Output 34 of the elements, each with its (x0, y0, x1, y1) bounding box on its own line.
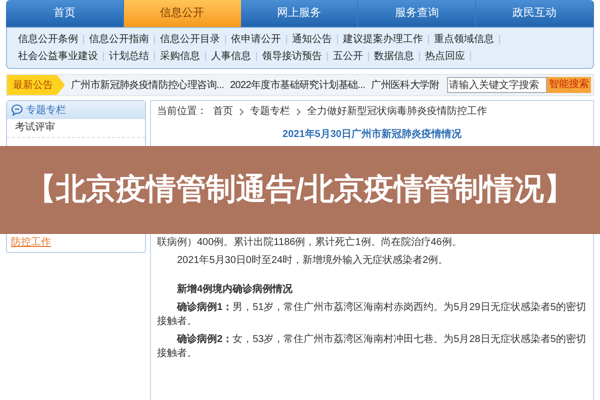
notice-link[interactable]: 广州医科大学附 (371, 78, 440, 92)
breadcrumb-link[interactable]: 全力做好新型冠状病毒肺炎疫情防控工作 (307, 104, 487, 119)
article-paragraph: 确诊病例1：男，51岁，常住广州市荔湾区海南村赤岗西约。为5月29日无症状感染者5的密切接触者。 (157, 301, 587, 329)
sub-menu-link[interactable]: 通知公告 (287, 32, 337, 47)
sub-menu-link[interactable]: 领导接访预告 (257, 49, 327, 64)
nav-tab[interactable]: 信息公开 (124, 0, 241, 27)
sub-menu-link[interactable]: 数据信息 (369, 49, 419, 64)
sidebar-item[interactable]: 考试评审 (7, 119, 145, 138)
breadcrumb-label: 当前位置： (157, 104, 207, 119)
notice-link[interactable]: 广州市新冠肺炎疫情防控心理咨询... (71, 78, 224, 92)
sidebar-title: 专题专栏 (26, 104, 66, 118)
sub-menu-link[interactable]: 人事信息 (206, 49, 256, 64)
notice-link[interactable]: 2022年度市基础研究计划基础... (230, 78, 366, 92)
sub-menu-link[interactable]: 采购信息 (155, 49, 205, 64)
sub-menu-link[interactable]: 建议提案办理工作 (338, 32, 428, 47)
sub-menu-link[interactable]: 计划总结 (104, 49, 154, 64)
breadcrumb-link[interactable]: 首页 (213, 104, 233, 119)
sub-menu-link[interactable]: 依申请公开 (226, 32, 286, 47)
breadcrumb-link[interactable]: 专题专栏 (250, 104, 290, 119)
sub-menu-link[interactable]: 五公开 (328, 49, 368, 64)
article-paragraph: 联病例）400例。累计出院1186例，累计死亡1例。尚在院治疗46例。 (157, 236, 463, 250)
article-title: 2021年5月30日广州市新冠肺炎疫情情况 (282, 127, 462, 142)
article-paragraph: 2021年5月30日0时至24时，新增境外输入无症状感染者2例。 (176, 254, 450, 268)
sub-menu-link[interactable]: 重点领域信息 (429, 32, 499, 47)
sub-menu-link[interactable]: 社会公益事业建设 (13, 49, 103, 64)
sub-menu-link[interactable]: 信息公开条例 (13, 32, 83, 47)
sub-menu-link[interactable]: 热点回应 (420, 49, 470, 64)
search-field[interactable]: 请输入关键文字搜索 (447, 77, 547, 93)
section-heading: 新增4例境内确诊病例情况 (176, 282, 294, 297)
sub-menu-link[interactable]: 信息公开指南 (84, 32, 154, 47)
sub-menu-link[interactable]: 信息公开目录 (155, 32, 225, 47)
title-banner: 【北京疫情管制通告/北京疫情管制情况】 (0, 146, 600, 234)
notice-label: 最新公告 (7, 75, 65, 95)
article-paragraph: 确诊病例2：女，53岁，常住广州市荔湾区海南村冲田七巷。为5月28日无症状感染者5的密切接触者。 (157, 333, 587, 361)
